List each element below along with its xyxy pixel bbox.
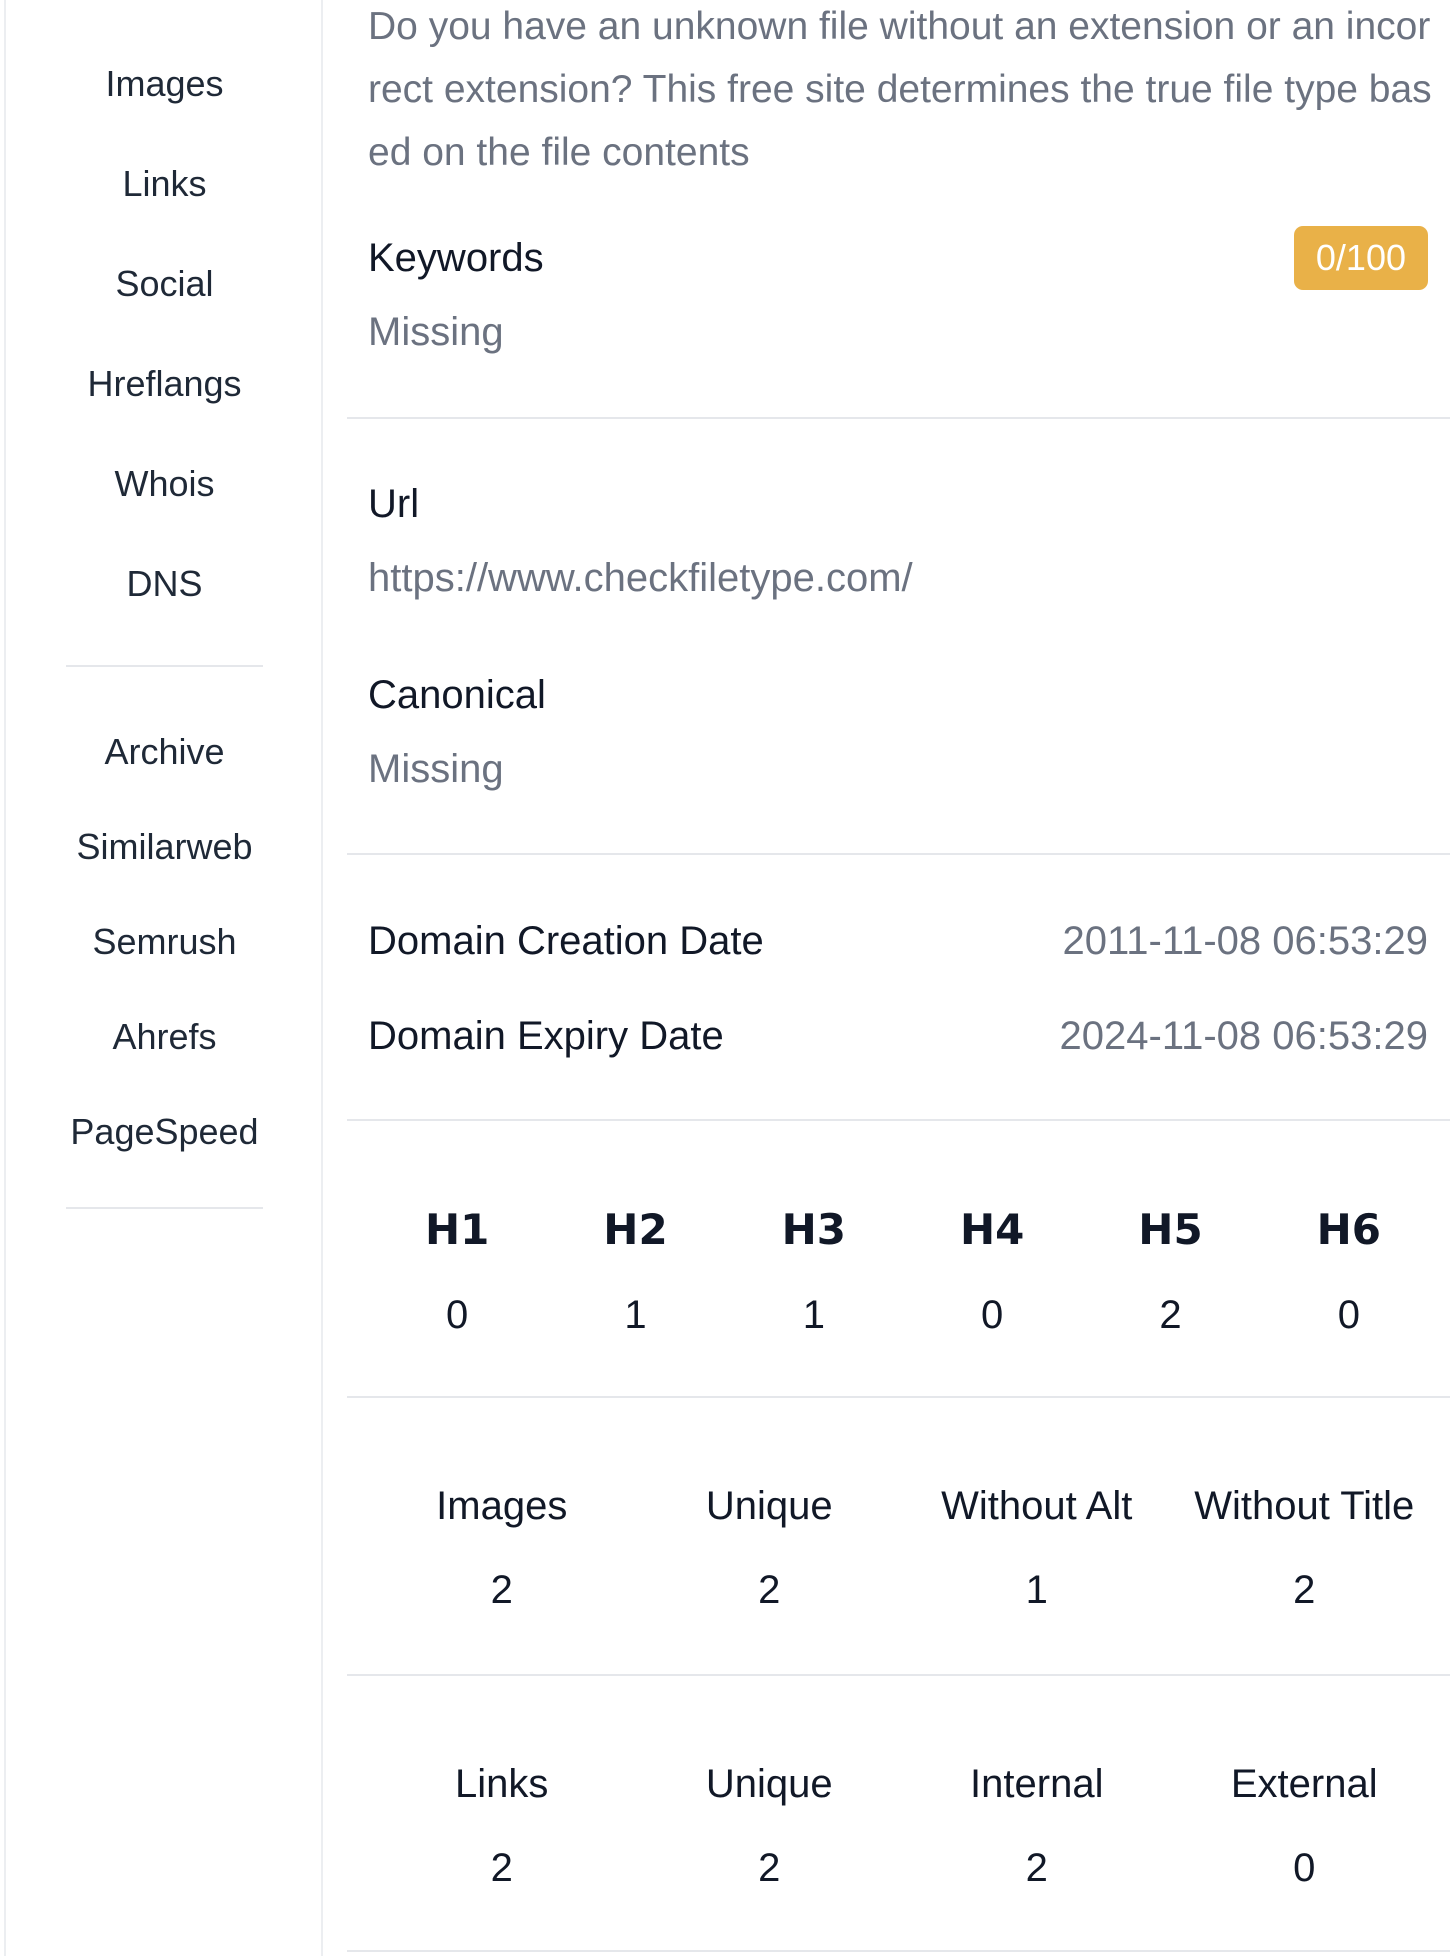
heading-h1-label: H1 — [424, 1205, 490, 1254]
heading-h2-stat: H2 1 — [546, 1205, 724, 1339]
images-without-title-label: Without Title — [1194, 1484, 1415, 1528]
images-without-alt-stat: Without Alt 1 — [903, 1482, 1171, 1614]
heading-h5-stat: H5 2 — [1081, 1205, 1259, 1339]
heading-h4-label: H4 — [959, 1205, 1025, 1254]
images-unique-label: Unique — [705, 1484, 833, 1528]
meta-description: Do you have an unknown file without an e… — [368, 5, 1432, 174]
images-unique-stat: Unique 2 — [636, 1482, 904, 1614]
heading-h1-stat: H1 0 — [368, 1205, 546, 1339]
links-external-value: 0 — [1293, 1846, 1316, 1890]
images-without-title-value: 2 — [1293, 1568, 1316, 1612]
images-without-alt-value: 1 — [1025, 1568, 1048, 1612]
links-internal-value: 2 — [1025, 1846, 1048, 1890]
heading-h6-stat: H6 0 — [1260, 1205, 1438, 1339]
sidebar-item-ahrefs[interactable]: Ahrefs — [6, 1015, 323, 1059]
sidebar-item-images[interactable]: Images — [6, 62, 323, 106]
main-content: Do you have an unknown file without an e… — [347, 0, 1450, 1956]
sidebar-item-archive[interactable]: Archive — [6, 730, 323, 774]
canonical-value: Missing — [368, 747, 504, 791]
section-divider — [347, 853, 1450, 855]
images-total-stat: Images 2 — [368, 1482, 636, 1614]
keywords-value: Missing — [368, 310, 504, 354]
images-stats-grid: Images 2 Unique 2 Without Alt 1 Without … — [368, 1482, 1438, 1614]
links-external-stat: External 0 — [1171, 1760, 1439, 1892]
domain-creation-label: Domain Creation Date — [368, 919, 764, 963]
sidebar-item-social[interactable]: Social — [6, 262, 323, 306]
heading-h3-count: 1 — [802, 1293, 825, 1337]
images-unique-value: 2 — [758, 1568, 781, 1612]
links-internal-label: Internal — [970, 1762, 1104, 1806]
keywords-score-badge: 0/100 — [1293, 226, 1428, 290]
sidebar: Images Links Social Hreflangs Whois DNS … — [6, 0, 323, 1956]
heading-h6-label: H6 — [1316, 1205, 1381, 1254]
sidebar-item-similarweb[interactable]: Similarweb — [6, 825, 323, 869]
links-total-value: 2 — [490, 1846, 513, 1890]
section-divider — [347, 1674, 1450, 1676]
page: Images Links Social Hreflangs Whois DNS … — [0, 0, 1452, 1956]
domain-creation-value: 2011-11-08 06:53:29 — [1062, 919, 1429, 963]
links-unique-stat: Unique 2 — [636, 1760, 904, 1892]
section-divider — [347, 1950, 1450, 1952]
canonical-label: Canonical — [368, 673, 546, 717]
links-internal-stat: Internal 2 — [903, 1760, 1171, 1892]
links-total-label: Links — [455, 1762, 549, 1806]
images-without-alt-label: Without Alt — [941, 1484, 1133, 1528]
sidebar-divider — [66, 1207, 263, 1209]
links-unique-label: Unique — [705, 1762, 833, 1806]
url-label: Url — [368, 482, 420, 526]
sidebar-item-whois[interactable]: Whois — [6, 462, 323, 506]
heading-h6-count: 0 — [1337, 1293, 1360, 1337]
heading-h4-stat: H4 0 — [903, 1205, 1081, 1339]
images-without-title-stat: Without Title 2 — [1171, 1482, 1439, 1614]
section-divider — [347, 1119, 1450, 1121]
heading-h5-count: 2 — [1159, 1293, 1182, 1337]
sidebar-item-pagespeed[interactable]: PageSpeed — [6, 1110, 323, 1154]
url-value[interactable]: https://www.checkfiletype.com/ — [368, 554, 913, 602]
links-total-stat: Links 2 — [368, 1760, 636, 1892]
section-divider — [347, 417, 1450, 419]
heading-h3-label: H3 — [781, 1205, 846, 1254]
links-stats-grid: Links 2 Unique 2 Internal 2 External 0 — [368, 1760, 1438, 1892]
sidebar-item-semrush[interactable]: Semrush — [6, 920, 323, 964]
heading-h2-count: 1 — [624, 1293, 647, 1337]
heading-h2-label: H2 — [603, 1205, 668, 1254]
heading-h5-label: H5 — [1138, 1205, 1203, 1254]
images-total-label: Images — [436, 1484, 568, 1528]
sidebar-divider — [66, 665, 263, 667]
keywords-label: Keywords — [368, 236, 544, 280]
links-unique-value: 2 — [758, 1846, 781, 1890]
sidebar-item-links[interactable]: Links — [6, 162, 323, 206]
sidebar-item-dns[interactable]: DNS — [6, 562, 323, 606]
headings-grid: H1 0 H2 1 H3 1 H4 0 H5 2 H6 0 — [368, 1205, 1438, 1339]
heading-h3-stat: H3 1 — [725, 1205, 903, 1339]
heading-h1-count: 0 — [446, 1293, 469, 1337]
section-divider — [347, 1396, 1450, 1398]
links-external-label: External — [1230, 1762, 1378, 1806]
domain-expiry-label: Domain Expiry Date — [368, 1014, 724, 1058]
domain-expiry-value: 2024-11-08 06:53:29 — [1059, 1014, 1428, 1058]
sidebar-item-hreflangs[interactable]: Hreflangs — [6, 362, 323, 406]
images-total-value: 2 — [490, 1568, 513, 1612]
heading-h4-count: 0 — [981, 1293, 1004, 1337]
